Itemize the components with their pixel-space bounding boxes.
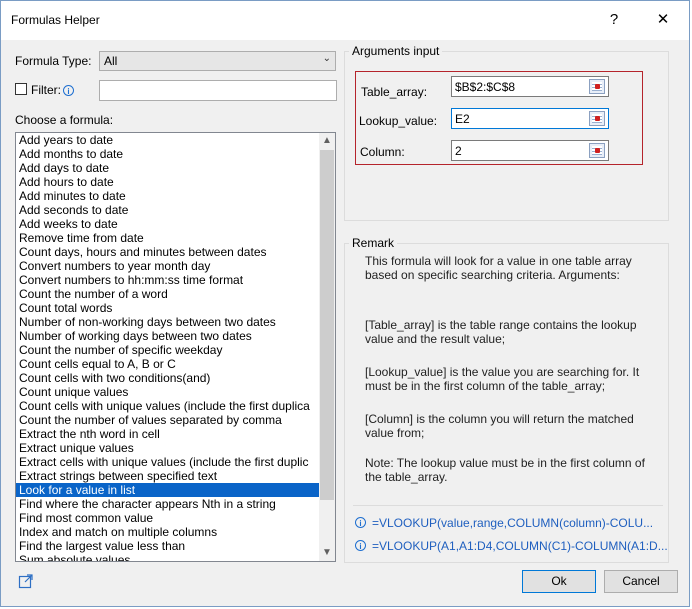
range-select-icon[interactable]: [589, 79, 605, 94]
table-array-value: $B$2:$C$8: [455, 80, 516, 94]
remark-intro: This formula will look for a value in on…: [365, 254, 632, 282]
formula-list-item[interactable]: Count cells with unique values (include …: [16, 399, 319, 413]
formula-list-item[interactable]: Add weeks to date: [16, 217, 319, 231]
filter-input[interactable]: [99, 80, 337, 101]
formula-list-item[interactable]: Look for a value in list: [16, 483, 319, 497]
formula-list-item[interactable]: Number of non-working days between two d…: [16, 315, 319, 329]
remark-group-title: Remark: [349, 236, 398, 250]
formula-list-items: Add years to date Add months to date Add d…: [16, 133, 319, 561]
remark-group: [344, 243, 669, 563]
formula-list-item[interactable]: Add seconds to date: [16, 203, 319, 217]
formulas-helper-dialog: Formulas Helper ? ✕ Formula Type: All ⌄ …: [0, 0, 690, 607]
info-icon[interactable]: i: [63, 85, 74, 96]
formula-list[interactable]: Add years to date Add months to date Add d…: [15, 132, 336, 562]
formula-list-item[interactable]: Number of working days between two dates: [16, 329, 319, 343]
formula-list-item[interactable]: Add hours to date: [16, 175, 319, 189]
lookup-value-input[interactable]: E2: [451, 108, 609, 129]
formula-list-item[interactable]: Count the number of a word: [16, 287, 319, 301]
remark-separator: [353, 505, 663, 506]
close-button[interactable]: ✕: [643, 1, 683, 39]
formula-list-item[interactable]: Add months to date: [16, 147, 319, 161]
formula-list-item[interactable]: Add minutes to date: [16, 189, 319, 203]
external-link-icon[interactable]: [18, 573, 34, 589]
cancel-button[interactable]: Cancel: [604, 570, 678, 593]
formula-list-item[interactable]: Count total words: [16, 301, 319, 315]
choose-formula-label: Choose a formula:: [15, 113, 114, 127]
range-select-icon[interactable]: [589, 111, 605, 126]
formula-list-item[interactable]: Add days to date: [16, 161, 319, 175]
formula-type-value: All: [104, 54, 118, 68]
formula-list-item[interactable]: Extract the nth word in cell: [16, 427, 319, 441]
formula-list-item[interactable]: Count cells with two conditions(and): [16, 371, 319, 385]
formula-list-item[interactable]: Remove time from date: [16, 231, 319, 245]
formula-list-item[interactable]: Find where the character appears Nth in …: [16, 497, 319, 511]
formula-list-item[interactable]: Convert numbers to year month day: [16, 259, 319, 273]
formula-list-item[interactable]: Convert numbers to hh:mm:ss time format: [16, 273, 319, 287]
remark-column: [Column] is the column you will return t…: [365, 412, 634, 440]
formula-list-scrollbar[interactable]: ▲ ▼: [319, 133, 335, 561]
formula-list-item[interactable]: Count unique values: [16, 385, 319, 399]
table-array-label: Table_array:: [361, 85, 428, 99]
column-value: 2: [455, 144, 462, 158]
remark-lookup-value: [Lookup_value] is the value you are sear…: [365, 365, 640, 393]
filter-label: Filter:: [31, 83, 61, 97]
range-select-icon[interactable]: [589, 143, 605, 158]
scroll-thumb[interactable]: [320, 150, 334, 500]
column-label: Column:: [360, 145, 405, 159]
formula-list-item[interactable]: Extract cells with unique values (includ…: [16, 455, 319, 469]
formula-type-label: Formula Type:: [15, 54, 92, 68]
scroll-down-icon[interactable]: ▼: [319, 545, 335, 561]
formula-type-select[interactable]: All ⌄: [99, 51, 336, 71]
formula-list-item[interactable]: Count the number of values separated by …: [16, 413, 319, 427]
formula-list-item[interactable]: Count the number of specific weekday: [16, 343, 319, 357]
formula-list-item[interactable]: Find the largest value less than: [16, 539, 319, 553]
formula-list-item[interactable]: Sum absolute values: [16, 553, 319, 561]
formula-list-item[interactable]: Add years to date: [16, 133, 319, 147]
help-button[interactable]: ?: [599, 1, 629, 39]
lookup-value-value: E2: [455, 112, 470, 126]
window-title: Formulas Helper: [11, 13, 100, 27]
formula-example-1[interactable]: =VLOOKUP(value,range,COLUMN(column)-COLU…: [372, 516, 653, 530]
remark-note: Note: The lookup value must be in the fi…: [365, 456, 645, 484]
info-icon: i: [355, 517, 366, 528]
arguments-group-title: Arguments input: [349, 44, 443, 58]
formula-list-item[interactable]: Extract strings between specified text: [16, 469, 319, 483]
title-bar: Formulas Helper ? ✕: [1, 1, 689, 40]
ok-button[interactable]: Ok: [522, 570, 596, 593]
formula-list-item[interactable]: Find most common value: [16, 511, 319, 525]
scroll-up-icon[interactable]: ▲: [319, 133, 335, 149]
remark-table-array: [Table_array] is the table range contain…: [365, 318, 637, 346]
formula-list-item[interactable]: Index and match on multiple columns: [16, 525, 319, 539]
info-icon: i: [355, 540, 366, 551]
column-input[interactable]: 2: [451, 140, 609, 161]
lookup-value-label: Lookup_value:: [359, 114, 438, 128]
formula-list-item[interactable]: Count cells equal to A, B or C: [16, 357, 319, 371]
formula-list-item[interactable]: Count days, hours and minutes between da…: [16, 245, 319, 259]
table-array-input[interactable]: $B$2:$C$8: [451, 76, 609, 97]
formula-list-item[interactable]: Extract unique values: [16, 441, 319, 455]
filter-checkbox[interactable]: [15, 83, 27, 95]
chevron-down-icon: ⌄: [322, 53, 331, 64]
formula-example-2[interactable]: =VLOOKUP(A1,A1:D4,COLUMN(C1)-COLUMN(A1:D…: [372, 539, 668, 553]
